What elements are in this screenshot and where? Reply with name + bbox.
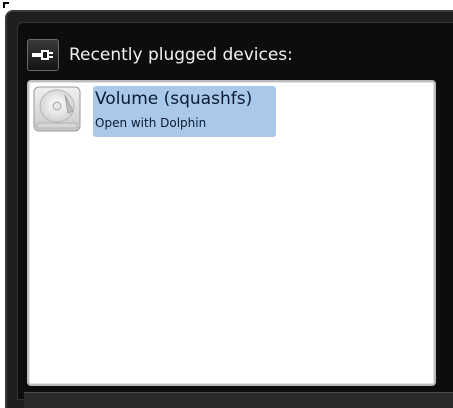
bottom-strip <box>24 392 453 408</box>
device-name: Volume (squashfs) <box>95 89 253 109</box>
popup-title: Recently plugged devices: <box>69 45 293 65</box>
popup-header: Recently plugged devices: <box>27 39 293 71</box>
screen: Recently plugged devices: Volume (squash… <box>0 0 453 408</box>
window-corner-mark <box>3 2 9 8</box>
device-action-open-with-dolphin[interactable]: Open with Dolphin <box>95 116 276 130</box>
hard-drive-icon <box>32 85 86 135</box>
device-label-selection[interactable]: Volume (squashfs) Open with Dolphin <box>93 86 276 137</box>
usb-plug-icon <box>27 39 59 71</box>
list-item-volume-squashfs[interactable]: Volume (squashfs) Open with Dolphin <box>32 85 292 137</box>
device-list[interactable]: Volume (squashfs) Open with Dolphin <box>27 80 436 386</box>
